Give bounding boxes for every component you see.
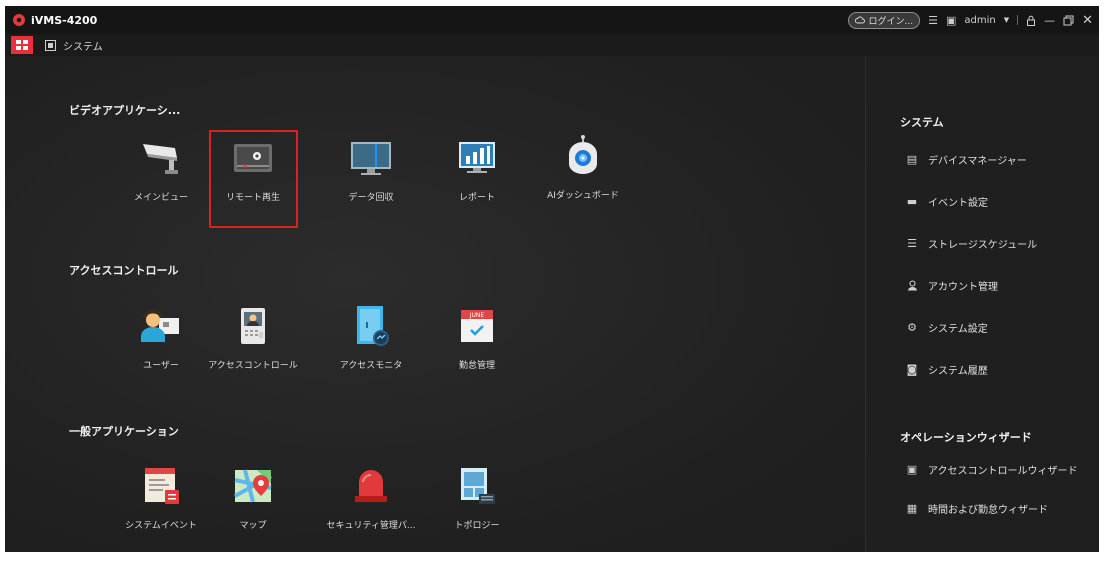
device-manager-icon: ▤	[906, 153, 918, 166]
report-chart-icon	[455, 136, 499, 180]
section-title-access: アクセスコントロール	[69, 264, 179, 277]
menu-label: イベント設定	[928, 198, 988, 209]
log-icon: ◙	[906, 363, 918, 376]
section-title-video: ビデオアプリケーシ...	[69, 104, 181, 117]
map-pin-icon	[231, 464, 275, 508]
app-label: AIダッシュボード	[547, 191, 619, 201]
right-section-title-system: システム	[900, 116, 944, 129]
app-ai-dashboard[interactable]: AIダッシュボード	[537, 134, 629, 226]
wizard-calendar-icon: ▦	[906, 502, 918, 515]
topology-icon	[455, 464, 499, 508]
app-label: トポロジー	[454, 521, 500, 531]
menu-label: 時間および勤怠ウィザード	[928, 505, 1048, 516]
user-card-icon	[139, 304, 183, 348]
menu-system-log[interactable]: ◙ システム履歴	[906, 362, 988, 377]
app-access-monitor[interactable]: アクセスモニタ	[325, 304, 417, 396]
app-label: システムイベント	[125, 521, 197, 531]
menu-device-manager[interactable]: ▤ デバイスマネージャー	[906, 152, 1027, 167]
login-button[interactable]: ログイン...	[848, 11, 921, 29]
menu-label: アクセスコントロールウィザード	[928, 466, 1078, 477]
right-section-title-wizard: オペレーションウィザード	[900, 431, 1032, 444]
menu-access-wizard[interactable]: ▣ アクセスコントロールウィザード	[906, 462, 1078, 477]
menu-account[interactable]: アカウント管理	[906, 278, 998, 293]
alarm-light-icon	[349, 464, 393, 508]
calendar-icon: JUNE	[455, 304, 499, 348]
menu-system-settings[interactable]: ⚙ システム設定	[906, 320, 988, 335]
app-security-panel[interactable]: セキュリティ管理パ...	[325, 464, 417, 552]
app-report[interactable]: レポート	[431, 136, 523, 228]
minimize-icon[interactable]: —	[1044, 15, 1055, 26]
image-icon[interactable]: ▣	[946, 15, 956, 26]
monitor-icon	[349, 136, 393, 180]
app-users[interactable]: ユーザー	[115, 304, 207, 396]
nav-bar: システム	[5, 34, 1099, 56]
app-label: ユーザー	[143, 361, 179, 371]
gear-icon: ⚙	[907, 321, 917, 334]
event-list-icon	[139, 464, 183, 508]
app-map[interactable]: マップ	[207, 464, 299, 552]
app-label: 勤怠管理	[458, 361, 495, 371]
title-separator	[1017, 15, 1019, 25]
cloud-icon	[855, 16, 866, 24]
app-logo-icon	[13, 14, 25, 26]
user-dropdown-icon[interactable]: ▼	[1004, 16, 1009, 24]
menu-attendance-wizard[interactable]: ▦ 時間および勤怠ウィザード	[906, 501, 1048, 516]
menu-label: システム履歴	[928, 366, 988, 377]
app-label: マップ	[239, 521, 267, 531]
login-label: ログイン...	[868, 16, 914, 27]
svg-text:JUNE: JUNE	[469, 312, 485, 319]
title-bar: iVMS-4200 ログイン... ☰ ▣ admin ▼ — ✕	[5, 6, 1099, 34]
account-icon	[906, 280, 918, 291]
event-config-icon: ▬	[906, 195, 918, 208]
lock-icon[interactable]	[1026, 15, 1036, 26]
app-main-view[interactable]: メインビュー	[115, 136, 207, 228]
section-title-general: 一般アプリケーション	[69, 425, 179, 438]
app-label: セキュリティ管理パ...	[326, 521, 416, 531]
app-access-control[interactable]: アクセスコントロール	[207, 304, 299, 396]
grid-icon	[16, 40, 28, 50]
selection-highlight	[209, 130, 298, 228]
app-label: アクセスモニタ	[339, 361, 403, 371]
home-tab[interactable]	[11, 36, 33, 54]
ai-robot-icon	[561, 134, 605, 178]
app-label: レポート	[458, 193, 495, 203]
app-topology[interactable]: トポロジー	[431, 464, 523, 552]
main-area: ビデオアプリケーシ... メインビュー リモート再生 データ回収 レポート AI…	[5, 56, 865, 552]
app-label: メインビュー	[133, 193, 188, 203]
close-icon[interactable]: ✕	[1082, 14, 1093, 27]
wizard-doc-icon: ▣	[906, 463, 918, 476]
door-monitor-icon	[349, 304, 393, 348]
camera-icon	[139, 136, 183, 180]
menu-label: デバイスマネージャー	[928, 156, 1027, 167]
tab-system-label: システム	[63, 41, 103, 53]
restore-icon[interactable]	[1063, 15, 1074, 26]
intercom-icon	[231, 304, 275, 348]
title-bar-controls: ログイン... ☰ ▣ admin ▼ — ✕	[848, 6, 1093, 34]
system-tab-icon	[45, 39, 56, 51]
menu-event-config[interactable]: ▬ イベント設定	[906, 194, 988, 209]
menu-label: アカウント管理	[928, 282, 998, 293]
tab-system[interactable]: システム	[45, 38, 103, 53]
list-menu-icon[interactable]: ☰	[928, 15, 938, 26]
right-panel: システム ▤ デバイスマネージャー ▬ イベント設定 ☰ ストレージスケジュール…	[866, 56, 1099, 552]
app-title: iVMS-4200	[31, 13, 98, 27]
app-system-events[interactable]: システムイベント	[115, 464, 207, 552]
app-label: アクセスコントロール	[208, 361, 298, 371]
menu-label: システム設定	[928, 324, 988, 335]
storage-icon: ☰	[907, 237, 917, 250]
app-window: iVMS-4200 ログイン... ☰ ▣ admin ▼ — ✕ システム ビ…	[5, 6, 1099, 552]
app-label: データ回収	[348, 193, 394, 203]
app-attendance[interactable]: JUNE 勤怠管理	[431, 304, 523, 396]
menu-label: ストレージスケジュール	[928, 240, 1038, 251]
menu-storage-schedule[interactable]: ☰ ストレージスケジュール	[906, 236, 1037, 251]
app-data-retrieval[interactable]: データ回収	[325, 136, 417, 228]
user-name[interactable]: admin	[964, 15, 995, 26]
